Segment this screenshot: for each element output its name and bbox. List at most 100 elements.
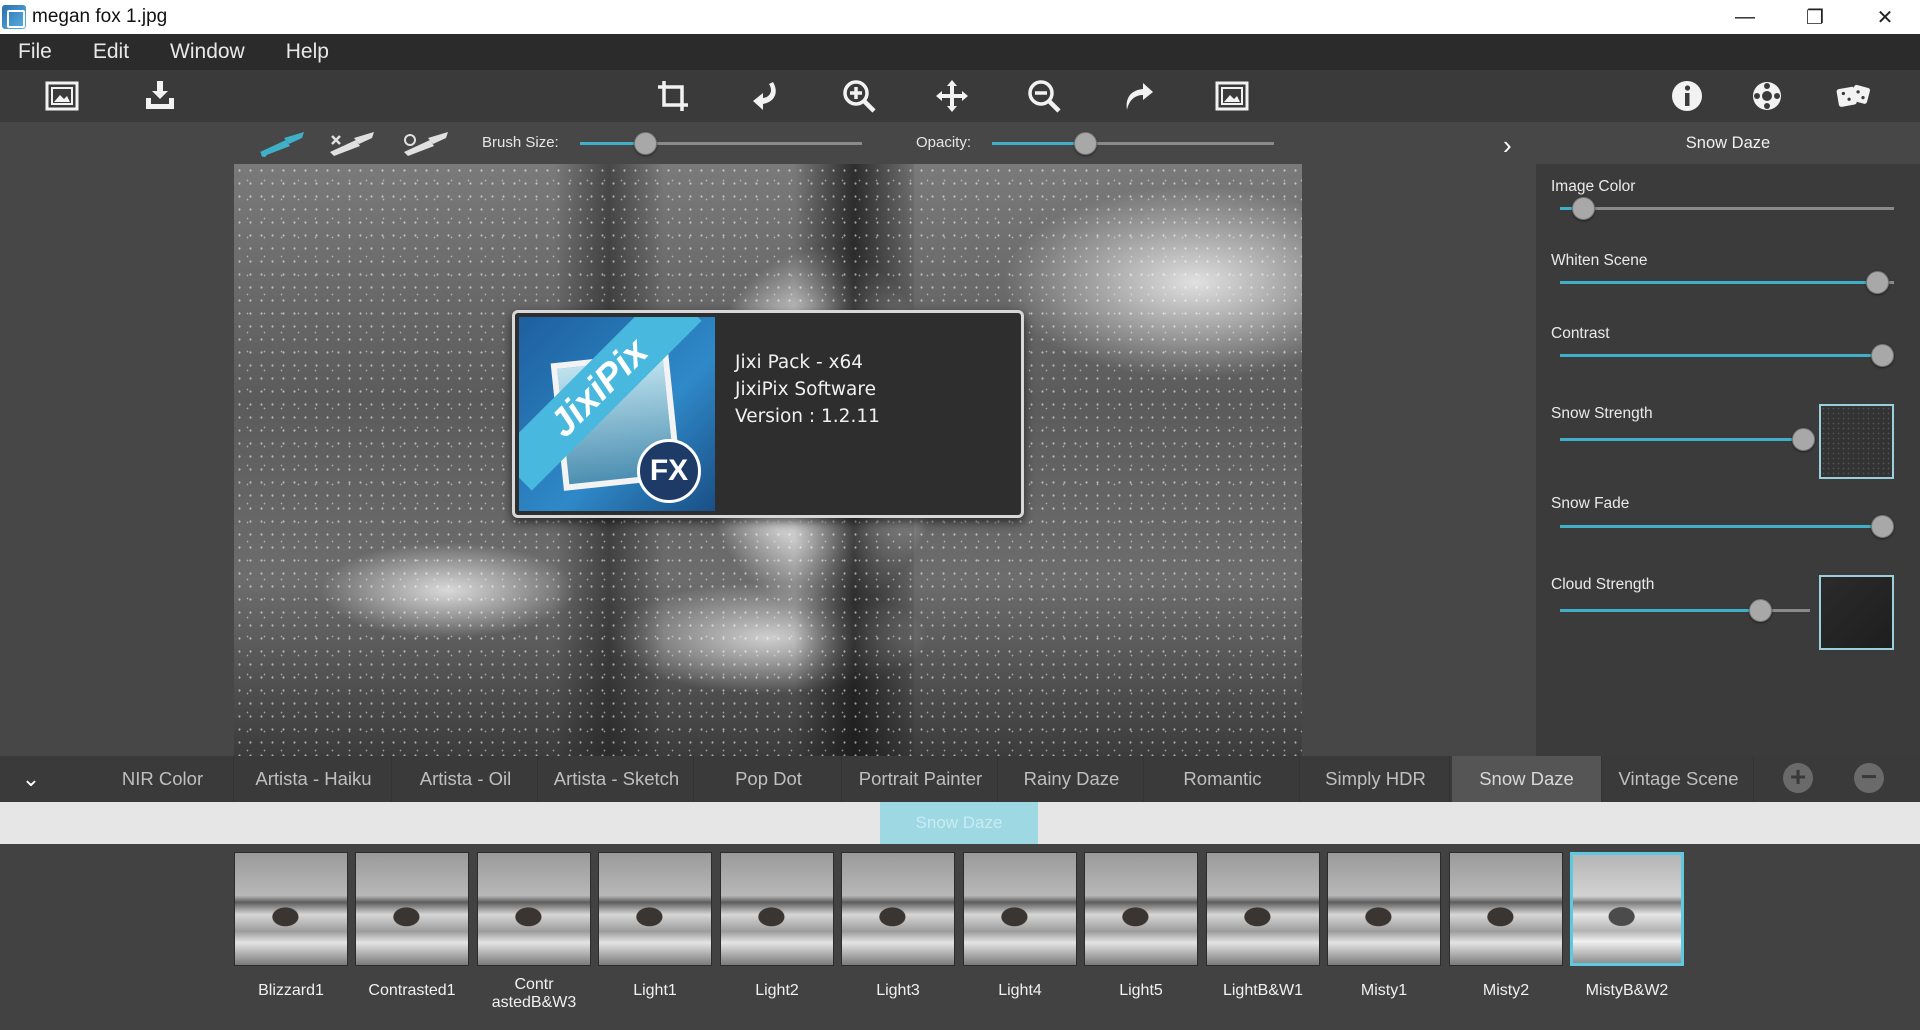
crop-icon[interactable] <box>651 76 695 116</box>
preset-thumb-light3[interactable] <box>841 852 955 966</box>
snow-strength-slider[interactable] <box>1560 428 1815 451</box>
save-image-icon[interactable] <box>138 76 182 116</box>
opacity-slider[interactable] <box>992 132 1274 155</box>
preset-thumb-light1[interactable] <box>598 852 712 966</box>
tab-simply-hdr[interactable]: Simply HDR <box>1302 756 1450 802</box>
add-preset-icon[interactable]: + <box>1783 763 1813 793</box>
title-bar: megan fox 1.jpg — ❐ ✕ <box>0 0 1920 34</box>
tab-romantic[interactable]: Romantic <box>1146 756 1300 802</box>
tab-portrait-painter[interactable]: Portrait Painter <box>844 756 998 802</box>
opacity-label: Opacity: <box>916 134 972 151</box>
snow-strength-knob[interactable] <box>1792 428 1815 451</box>
zoom-in-icon[interactable] <box>837 76 881 116</box>
brush-reset-icon[interactable] <box>400 128 452 158</box>
tab-artista-haiku[interactable]: Artista - Haiku <box>236 756 392 802</box>
about-dialog[interactable]: JixiPix FX Jixi Pack - x64 JixiPix Softw… <box>512 310 1024 518</box>
preset-thumb-light5[interactable] <box>1084 852 1198 966</box>
snow-fade-knob[interactable] <box>1871 515 1894 538</box>
snow-fade-slider[interactable] <box>1560 515 1894 538</box>
contrast-knob[interactable] <box>1871 344 1894 367</box>
adjustments-panel: Snow Daze Image Color Whiten Scene Contr… <box>1536 122 1920 756</box>
panel-title: Snow Daze <box>1536 122 1920 164</box>
preset-thumb-light4[interactable] <box>963 852 1077 966</box>
preset-thumb-contrasted1[interactable] <box>355 852 469 966</box>
jixipix-logo: JixiPix FX <box>519 317 715 511</box>
close-button[interactable]: ✕ <box>1850 0 1920 34</box>
brush-toolbar: Brush Size: Opacity: › <box>0 122 1536 164</box>
redo-icon[interactable] <box>1117 76 1161 116</box>
preset-label-contrastedbw3: Contr astedB&W3 <box>474 976 594 1012</box>
brush-size-slider[interactable] <box>580 132 862 155</box>
minimize-button[interactable]: — <box>1710 0 1780 34</box>
info-icon[interactable] <box>1665 76 1709 116</box>
about-product: Jixi Pack - x64 <box>735 352 864 373</box>
settings-icon[interactable] <box>1745 76 1789 116</box>
preset-label-line1: Contr <box>514 976 554 993</box>
tab-snow-daze[interactable]: Snow Daze <box>1452 756 1602 802</box>
cloud-texture-swatch[interactable] <box>1819 575 1894 650</box>
menu-edit[interactable]: Edit <box>93 40 129 64</box>
preset-thumb-lightbw1[interactable] <box>1206 852 1320 966</box>
pan-icon[interactable] <box>930 76 974 116</box>
preset-thumb-light2[interactable] <box>720 852 834 966</box>
zoom-out-icon[interactable] <box>1022 76 1066 116</box>
snow-strength-label: Snow Strength <box>1551 405 1653 422</box>
brush-size-knob[interactable] <box>634 132 657 155</box>
whiten-scene-label: Whiten Scene <box>1551 252 1648 269</box>
preset-label-light2: Light2 <box>755 982 799 999</box>
snow-strength-fill <box>1560 438 1803 441</box>
preset-group-bar: Snow Daze <box>0 802 1920 844</box>
preset-thumb-mistybw2[interactable] <box>1570 852 1684 966</box>
chevron-right-icon[interactable]: › <box>1503 130 1512 161</box>
cloud-strength-slider[interactable] <box>1560 599 1810 622</box>
tab-nir-color[interactable]: NIR Color <box>92 756 234 802</box>
whiten-scene-fill <box>1560 281 1877 284</box>
brush-paint-icon[interactable] <box>256 128 308 158</box>
fit-image-icon[interactable] <box>1210 76 1254 116</box>
contrast-slider[interactable] <box>1560 344 1894 367</box>
menu-window[interactable]: Window <box>170 40 245 64</box>
window-title: megan fox 1.jpg <box>32 6 168 27</box>
preset-label-misty1: Misty1 <box>1360 982 1408 999</box>
about-company: JixiPix Software <box>735 379 876 400</box>
image-color-knob[interactable] <box>1572 197 1595 220</box>
undo-icon[interactable] <box>745 76 789 116</box>
opacity-knob[interactable] <box>1074 132 1097 155</box>
snow-texture-swatch[interactable] <box>1819 404 1894 479</box>
menu-help[interactable]: Help <box>286 40 329 64</box>
preset-label-contrasted1: Contrasted1 <box>368 982 456 999</box>
tab-rainy-daze[interactable]: Rainy Daze <box>1000 756 1144 802</box>
preset-thumb-misty2[interactable] <box>1449 852 1563 966</box>
cloud-strength-knob[interactable] <box>1749 599 1772 622</box>
tab-artista-oil[interactable]: Artista - Oil <box>394 756 538 802</box>
preset-label-light1: Light1 <box>633 982 677 999</box>
brush-erase-icon[interactable] <box>326 128 378 158</box>
tab-pop-dot[interactable]: Pop Dot <box>696 756 842 802</box>
tab-artista-sketch[interactable]: Artista - Sketch <box>540 756 694 802</box>
snow-fade-label: Snow Fade <box>1551 495 1630 512</box>
tab-vintage-scene[interactable]: Vintage Scene <box>1604 756 1754 802</box>
image-color-label: Image Color <box>1551 178 1636 195</box>
open-image-icon[interactable] <box>40 76 84 116</box>
preset-group-snow-daze[interactable]: Snow Daze <box>880 802 1038 844</box>
preset-tabs: ⌄ NIR Color Artista - Haiku Artista - Oi… <box>0 756 1920 802</box>
preset-thumb-contrastedbw3[interactable] <box>477 852 591 966</box>
preset-label-light3: Light3 <box>876 982 920 999</box>
preset-thumb-misty1[interactable] <box>1327 852 1441 966</box>
menu-file[interactable]: File <box>18 40 52 64</box>
cloud-strength-fill <box>1560 609 1760 612</box>
whiten-scene-knob[interactable] <box>1866 271 1889 294</box>
image-color-slider[interactable] <box>1560 197 1894 220</box>
brush-size-label: Brush Size: <box>482 134 559 151</box>
preset-label-misty2: Misty2 <box>1482 982 1530 999</box>
collapse-chevron-icon[interactable]: ⌄ <box>0 756 62 802</box>
random-dice-icon[interactable] <box>1832 76 1876 116</box>
about-text: Jixi Pack - x64 JixiPix Software Version… <box>735 349 880 430</box>
preset-thumb-blizzard1[interactable] <box>234 852 348 966</box>
remove-preset-icon[interactable]: − <box>1854 763 1884 793</box>
preset-thumbnails: Blizzard1 Contrasted1 Contr astedB&W3 Li… <box>0 844 1920 1030</box>
whiten-scene-slider[interactable] <box>1560 271 1894 294</box>
restore-button[interactable]: ❐ <box>1780 0 1850 34</box>
contrast-label: Contrast <box>1551 325 1610 342</box>
logo-fx-badge: FX <box>637 439 701 503</box>
